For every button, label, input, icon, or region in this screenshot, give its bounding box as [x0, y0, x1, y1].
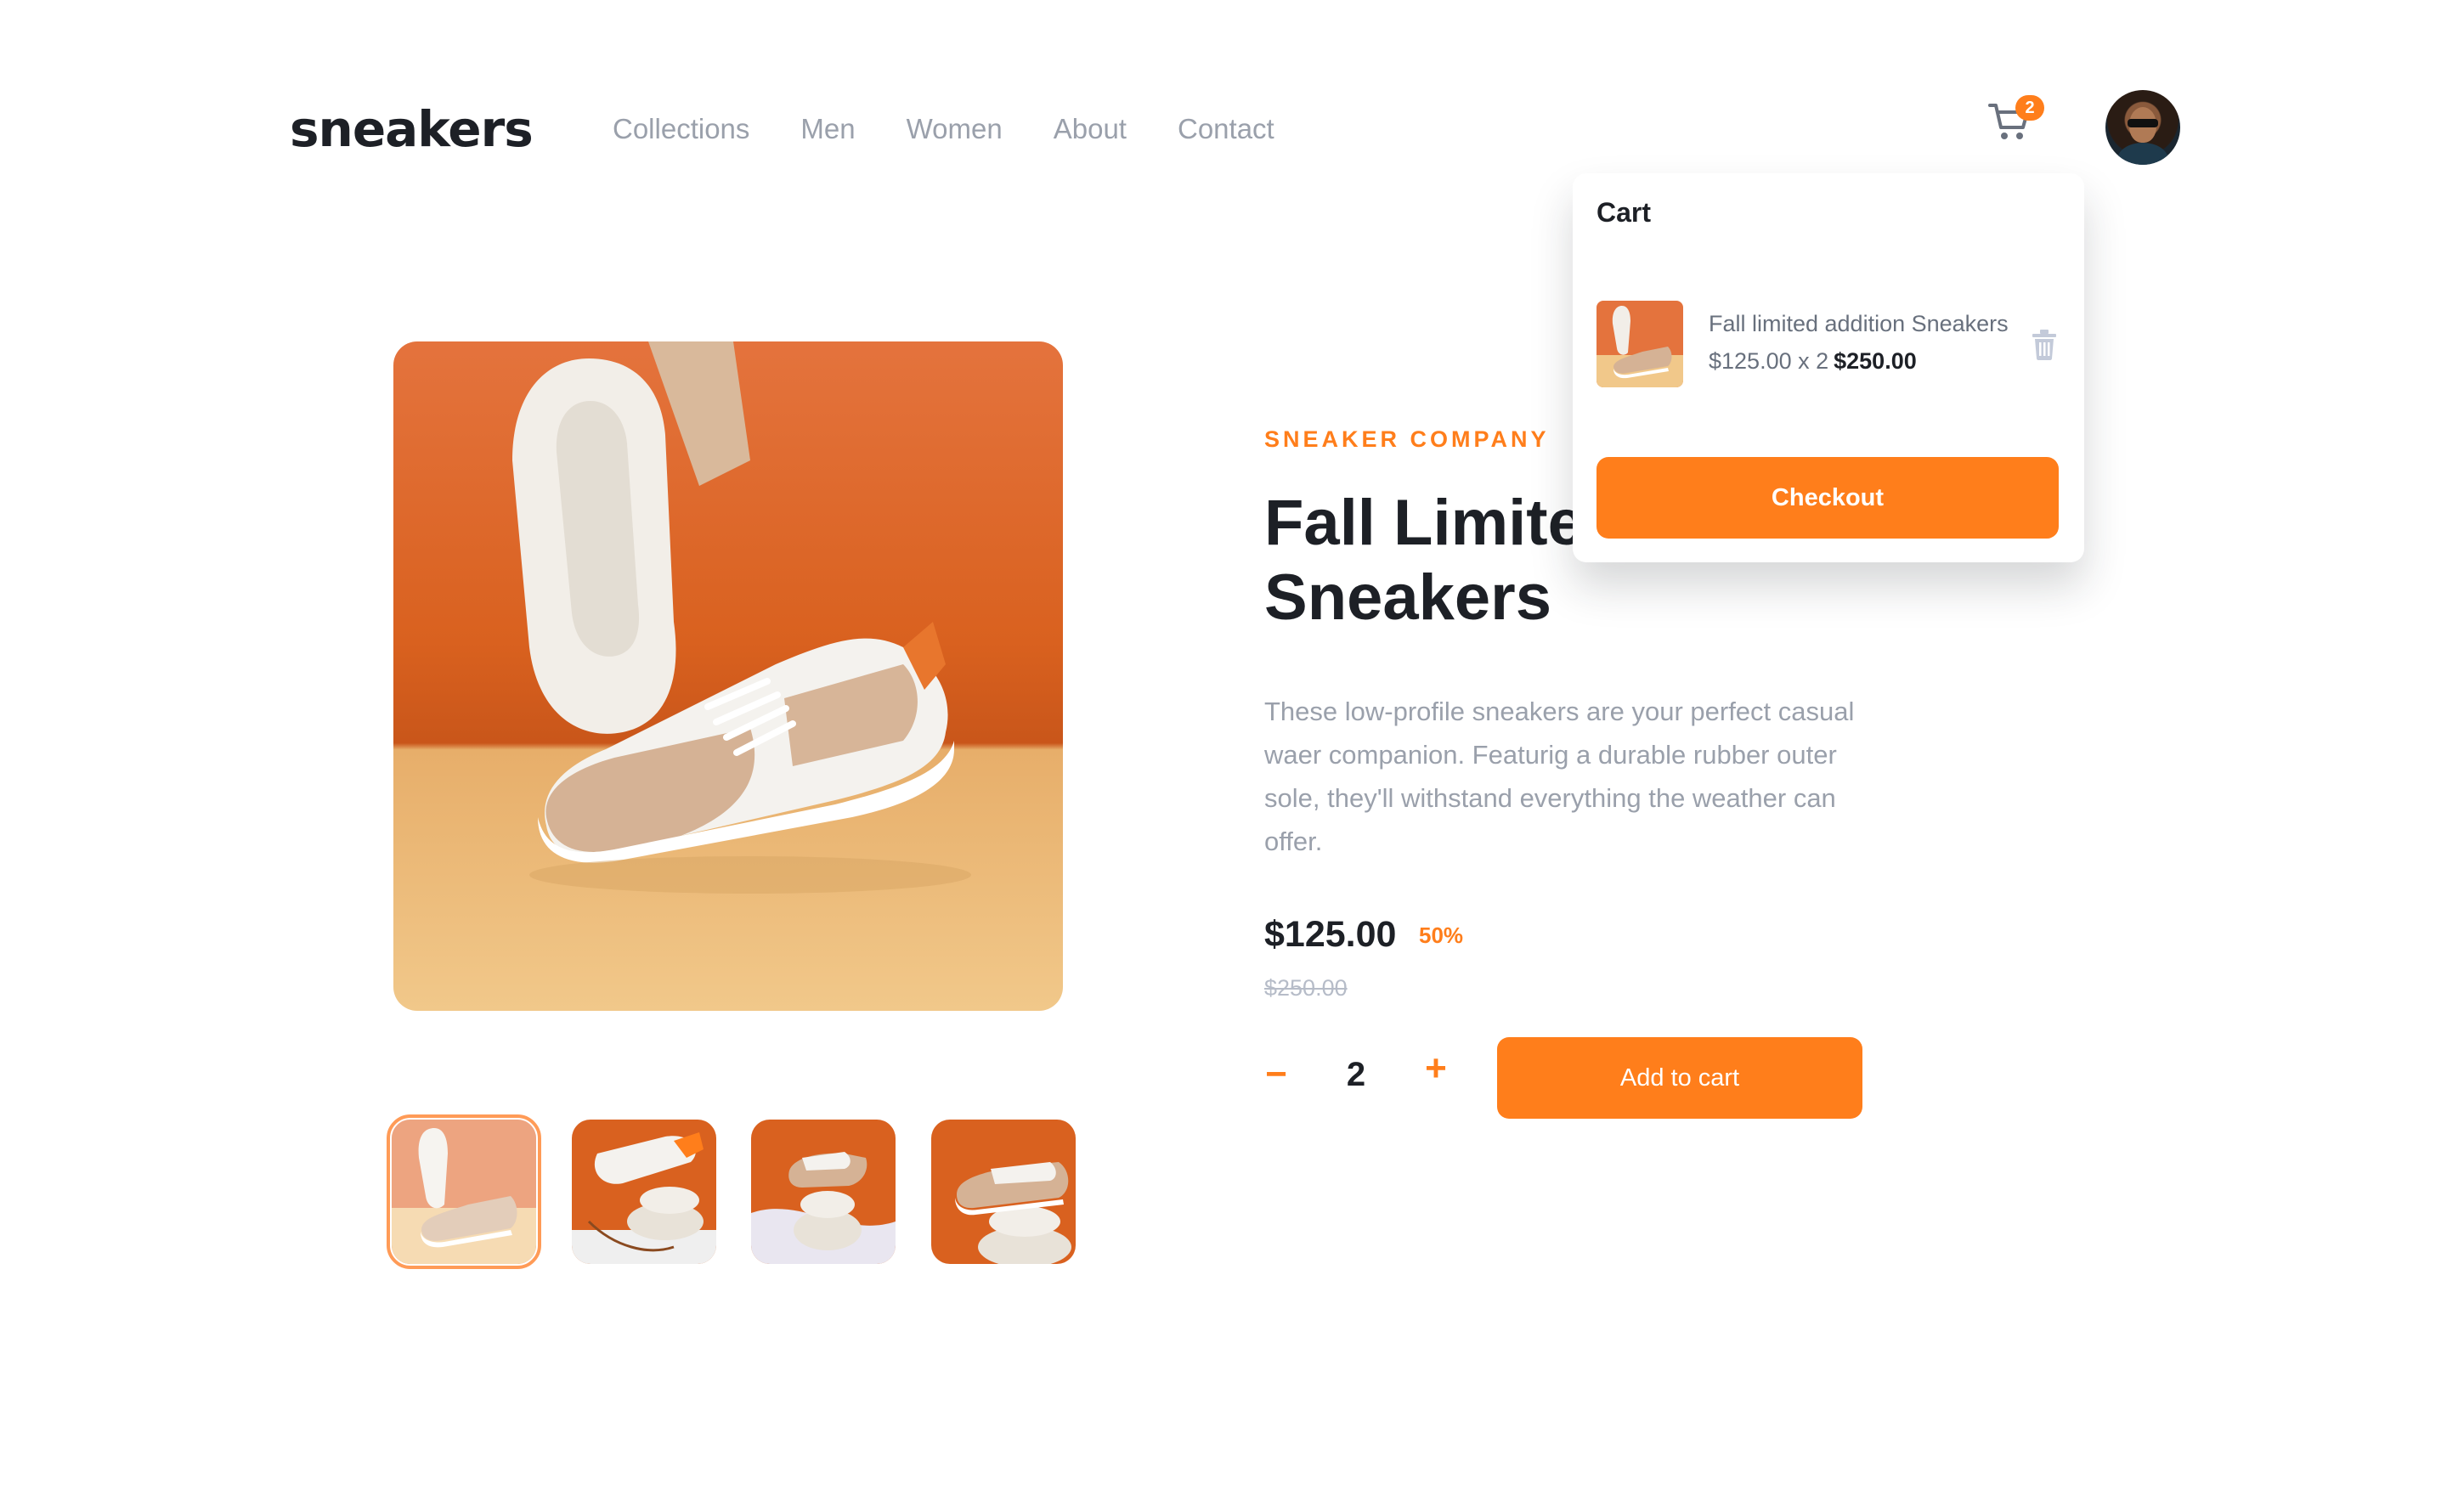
nav-item-contact[interactable]: Contact — [1178, 109, 1274, 150]
nav-item-women[interactable]: Women — [907, 109, 1003, 150]
thumbnail-image-3 — [751, 1120, 896, 1264]
avatar-sunglasses — [2128, 119, 2158, 127]
cart-button[interactable]: 2 — [1988, 95, 2044, 148]
original-price: $250.00 — [1264, 975, 1348, 1001]
product-thumbnail-2[interactable] — [572, 1120, 716, 1264]
thumbnail-image-4 — [931, 1120, 1076, 1264]
user-avatar[interactable] — [2105, 90, 2180, 165]
thumbnail-image-2 — [572, 1120, 716, 1264]
quantity-decrease-button[interactable]: − — [1259, 1056, 1293, 1093]
main-nav: Collections Men Women About Contact — [613, 109, 1325, 150]
avatar-shirt — [2117, 143, 2168, 165]
quantity-value: 2 — [1346, 1056, 1366, 1093]
cart-title: Cart — [1596, 197, 1652, 228]
cart-item-name: Fall limited addition Sneakers — [1709, 311, 2009, 336]
cart-dropdown: Cart Fall limited addition Sneakers $125… — [1573, 173, 2084, 562]
nav-item-men[interactable]: Men — [800, 109, 855, 150]
nav-item-about[interactable]: About — [1054, 109, 1127, 150]
checkout-button[interactable]: Checkout — [1596, 457, 2059, 539]
nav-item-collections[interactable]: Collections — [613, 109, 749, 150]
product-page: sneakers Collections Men Women About Con… — [0, 0, 2447, 1512]
discount-badge: 50% — [1419, 922, 1464, 948]
cart-count-badge: 2 — [2015, 95, 2044, 121]
sneaker-illustration — [512, 341, 971, 894]
cart-item-total: $250.00 — [1834, 348, 1917, 374]
current-price: $125.00 — [1264, 914, 1397, 955]
product-thumbnail-4[interactable] — [931, 1120, 1076, 1264]
product-thumbnail-1[interactable] — [387, 1114, 541, 1269]
cart-item-unit-calc: $125.00 x 2 — [1709, 348, 1829, 374]
main-product-image[interactable] — [393, 341, 1063, 1011]
brand-logo[interactable]: sneakers — [290, 100, 534, 158]
product-description: These low-profile sneakers are your perf… — [1264, 697, 1855, 856]
cart-item-price-line: $125.00 x 2 $250.00 — [1709, 348, 1917, 375]
add-to-cart-button[interactable]: Add to cart — [1497, 1037, 1862, 1119]
quantity-increase-button[interactable]: + — [1419, 1050, 1453, 1087]
trash-icon[interactable] — [2032, 330, 2057, 360]
product-thumbnail-3[interactable] — [751, 1120, 896, 1264]
cart-item-thumbnail — [1596, 301, 1683, 387]
cart-item-image — [1596, 301, 1683, 387]
company-name: SNEAKER COMPANY — [1264, 426, 1550, 452]
thumbnail-image-1 — [392, 1120, 536, 1264]
